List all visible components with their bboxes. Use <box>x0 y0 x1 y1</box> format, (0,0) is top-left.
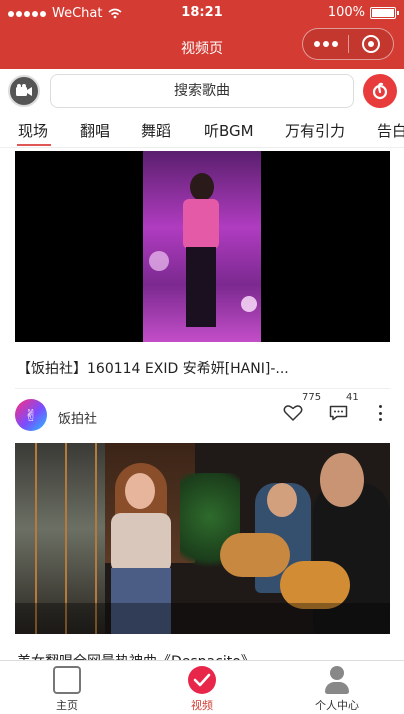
tab-live[interactable]: 现场 <box>18 120 48 141</box>
video-camera-button[interactable] <box>8 75 40 107</box>
more-menu-button[interactable] <box>303 41 348 47</box>
card-divider <box>15 388 390 389</box>
battery-icon <box>370 6 399 19</box>
battery-percent: 100% <box>327 5 365 20</box>
comment-count: 41 <box>346 392 359 403</box>
video-player[interactable] <box>15 151 390 342</box>
bottom-tab-home[interactable]: 主页 <box>0 661 134 714</box>
tab-dance[interactable]: 舞蹈 <box>141 120 171 141</box>
author-name[interactable]: 饭拍社 <box>58 408 97 427</box>
home-icon <box>53 666 81 694</box>
target-icon <box>361 35 380 53</box>
bottom-tab-profile[interactable]: 个人中心 <box>270 661 404 714</box>
avatar[interactable]: ✌ <box>15 399 47 431</box>
comment-icon[interactable] <box>329 405 348 421</box>
close-miniprogram-button[interactable] <box>349 35 393 53</box>
like-count: 775 <box>302 392 322 403</box>
navigation-bar: 视频页 <box>0 26 404 69</box>
tab-gravity[interactable]: 万有引力 <box>285 120 345 141</box>
heart-icon[interactable] <box>283 404 303 422</box>
video-check-icon <box>188 666 216 694</box>
active-tab-indicator <box>17 144 51 146</box>
search-input[interactable]: 搜索歌曲 <box>50 74 354 108</box>
category-tabs: 现场 翻唱 舞蹈 听BGM 万有引力 告白 <box>0 113 404 147</box>
video-title[interactable]: 【饭拍社】160114 EXID 安希妍[HANI]-... <box>17 358 387 378</box>
tabs-divider <box>0 147 404 148</box>
bottom-tab-label: 个人中心 <box>315 699 359 712</box>
netease-music-button[interactable] <box>363 74 397 108</box>
user-icon <box>323 666 351 694</box>
video-thumbnail <box>143 151 261 342</box>
video-camera-icon <box>16 84 32 96</box>
search-row: 搜索歌曲 <box>0 69 404 113</box>
video-player[interactable] <box>15 443 390 634</box>
bottom-tab-label: 视频 <box>191 699 213 712</box>
video-author-row: ✌ 饭拍社 775 41 <box>0 392 404 434</box>
more-options-icon[interactable] <box>377 405 383 421</box>
miniprogram-capsule <box>302 28 394 60</box>
bottom-tab-video[interactable]: 视频 <box>135 661 269 714</box>
tab-cover[interactable]: 翻唱 <box>80 120 110 141</box>
battery-status: 100% <box>327 5 399 20</box>
bottom-tab-label: 主页 <box>56 699 78 712</box>
netease-music-icon <box>372 82 388 100</box>
status-bar: WeChat 18:21 100% <box>0 0 404 26</box>
tab-bgm[interactable]: 听BGM <box>204 120 254 141</box>
bottom-tab-bar: 主页 视频 个人中心 <box>0 660 404 714</box>
tab-confession[interactable]: 告白 <box>377 120 404 141</box>
